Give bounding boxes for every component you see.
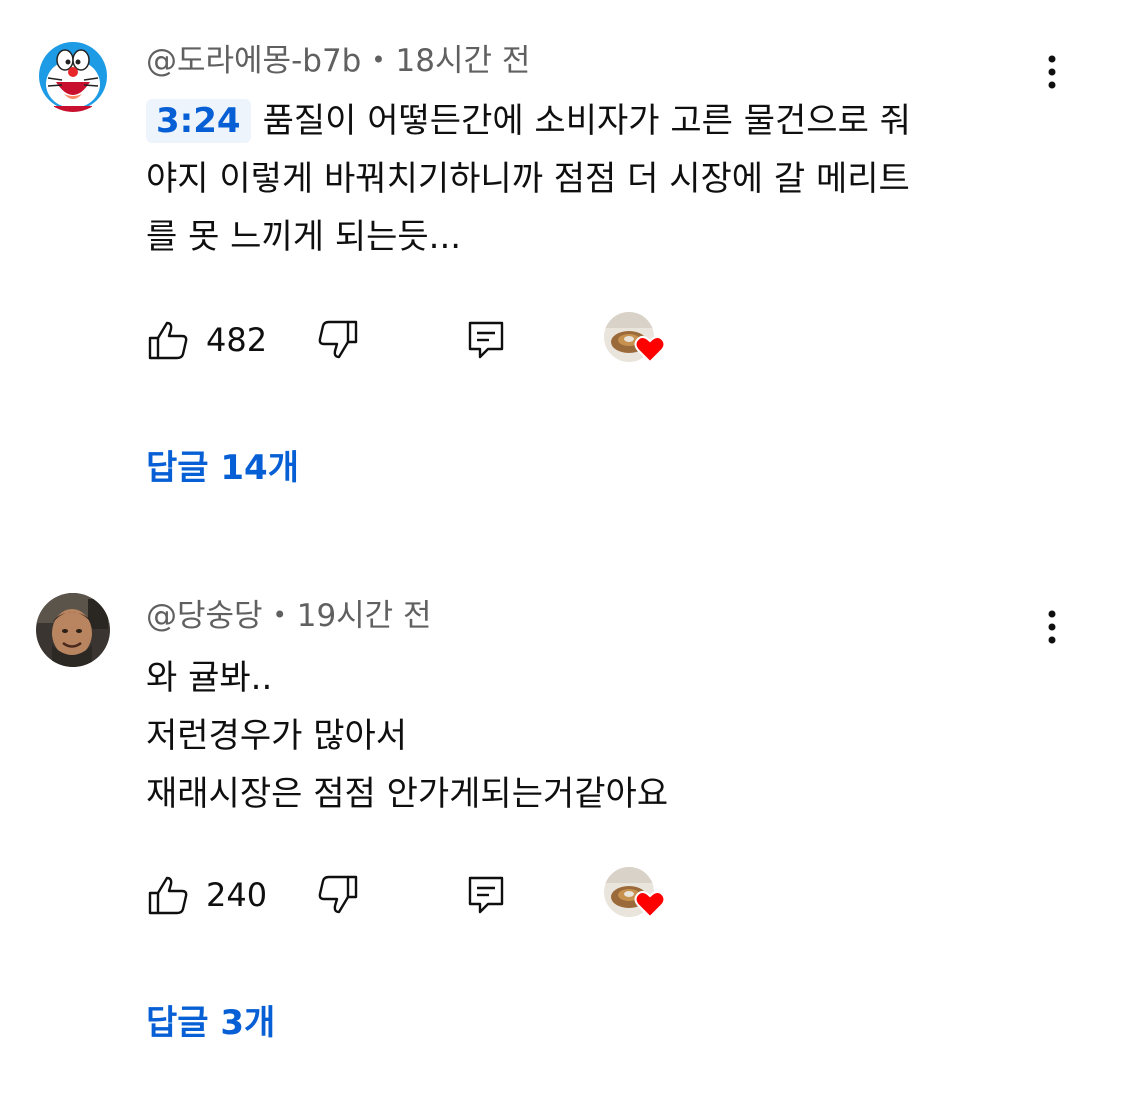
comment-actions: 482 <box>146 312 686 378</box>
like-count: 240 <box>206 876 268 914</box>
comment-body: 3:24 품질이 어떻든간에 소비자가 고른 물건으로 줘 야지 이렇게 바꿔치기… <box>146 92 1046 266</box>
like-count: 482 <box>206 321 268 359</box>
comment-line: 와 귤봐.. <box>146 658 273 698</box>
meta-separator: • <box>371 46 386 74</box>
reply-comment-icon <box>468 321 504 359</box>
thumbs-down-icon <box>318 875 358 914</box>
meta-separator: • <box>272 601 287 629</box>
creator-heart-badge <box>604 867 668 927</box>
more-vertical-icon <box>1048 610 1056 644</box>
comment-item: @당숭당 • 19시간 전 와 귤봐.. 저런경우가 많아서 재래시장은 점점 안가… <box>0 555 1125 1109</box>
dislike-button[interactable] <box>316 318 360 362</box>
more-options-button[interactable] <box>1030 50 1074 94</box>
reply-button[interactable] <box>464 873 508 917</box>
comment-meta: @당숭당 • 19시간 전 <box>146 595 432 636</box>
creator-heart-badge <box>604 312 668 372</box>
comment-body: 와 귤봐.. 저런경우가 많아서 재래시장은 점점 안가게되는거같아요 <box>146 649 1046 823</box>
comment-time: 18시간 전 <box>395 43 531 79</box>
like-button[interactable] <box>146 873 190 917</box>
comment-item: @도라에몽-b7b • 18시간 전 3:24 품질이 어떻든간에 소비자가 고른 물… <box>0 0 1125 540</box>
reply-comment-icon <box>468 876 504 914</box>
dislike-button[interactable] <box>316 873 360 917</box>
avatar[interactable] <box>36 593 110 667</box>
author-name[interactable]: @도라에몽-b7b <box>146 43 361 79</box>
heart-icon <box>634 335 666 364</box>
comment-line: 야지 이렇게 바꿔치기하니까 점점 더 시장에 갈 메리트 <box>146 159 910 199</box>
doraemon-avatar-icon <box>36 38 110 112</box>
comment-line: 3:24 품질이 어떻든간에 소비자가 고른 물건으로 줘 <box>146 92 1046 150</box>
comment-time: 19시간 전 <box>296 598 432 634</box>
thumbs-up-icon <box>148 876 188 915</box>
more-options-button[interactable] <box>1030 605 1074 649</box>
avatar[interactable] <box>36 38 110 112</box>
replies-button[interactable]: 답글 3개 <box>146 1001 275 1045</box>
reply-button[interactable] <box>464 318 508 362</box>
comment-actions: 240 <box>146 867 686 933</box>
more-vertical-icon <box>1048 55 1056 89</box>
replies-button[interactable]: 답글 14개 <box>146 446 299 490</box>
thumbs-down-icon <box>318 320 358 359</box>
heart-icon <box>634 890 666 919</box>
thumbs-up-icon <box>148 321 188 360</box>
comment-text: 품질이 어떻든간에 소비자가 고른 물건으로 줘 <box>262 101 911 141</box>
comment-meta: @도라에몽-b7b • 18시간 전 <box>146 40 530 81</box>
comment-line: 저런경우가 많아서 <box>146 716 408 756</box>
comment-line: 재래시장은 점점 안가게되는거같아요 <box>146 774 669 814</box>
like-button[interactable] <box>146 318 190 362</box>
author-name[interactable]: @당숭당 <box>146 598 263 634</box>
comment-line: 를 못 느끼게 되는듯... <box>146 217 462 257</box>
person-photo-avatar-icon <box>36 593 110 667</box>
timestamp-link[interactable]: 3:24 <box>146 99 251 143</box>
